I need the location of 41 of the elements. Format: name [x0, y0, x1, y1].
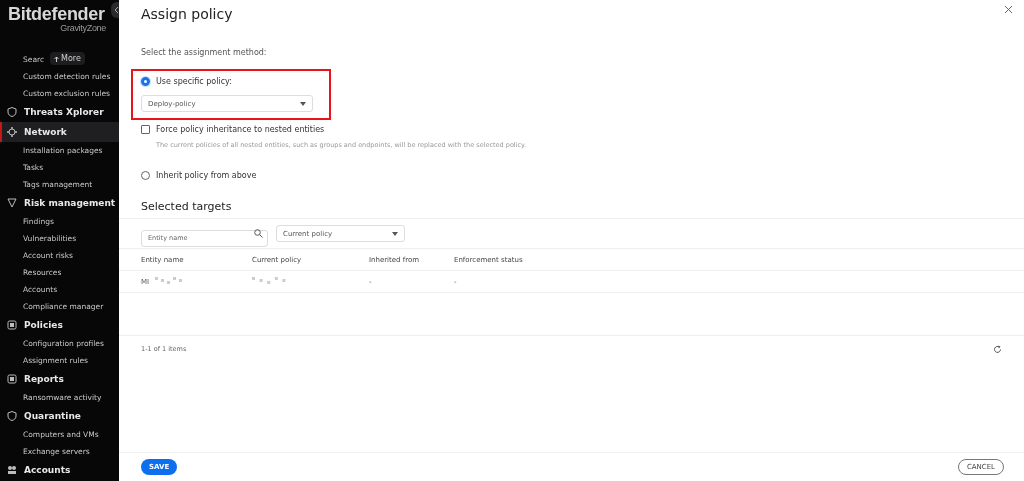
- logo: Bitdefender GravityZone: [8, 4, 108, 34]
- section-label: Network: [24, 127, 67, 137]
- sidebar-section[interactable]: Quarantine: [0, 406, 119, 426]
- arrow-up-icon: [54, 55, 59, 62]
- option-label: Use specific policy:: [156, 77, 232, 86]
- shield-icon: [7, 107, 17, 117]
- risk-icon: [7, 198, 17, 208]
- shield-icon: [7, 411, 17, 421]
- document-icon: [7, 374, 17, 384]
- checkbox[interactable]: [141, 125, 150, 134]
- sidebar-section[interactable]: Reports: [0, 369, 119, 389]
- section-label: Quarantine: [24, 411, 81, 421]
- close-button[interactable]: [1003, 4, 1014, 15]
- more-badge[interactable]: More: [50, 52, 85, 65]
- document-icon: [7, 320, 17, 330]
- section-label: Policies: [24, 320, 63, 330]
- dialog-title: Assign policy: [141, 5, 233, 23]
- refresh-icon[interactable]: [993, 344, 1002, 354]
- sidebar-section[interactable]: Threats Xplorer: [0, 102, 119, 122]
- checkbox-label: Force policy inheritance to nested entities: [156, 125, 325, 134]
- more-label: More: [61, 54, 81, 63]
- close-icon: [1005, 6, 1012, 13]
- sidebar-section[interactable]: Risk management: [0, 193, 119, 213]
- sidebar-section[interactable]: Accounts: [0, 460, 119, 480]
- radio-button[interactable]: [141, 77, 150, 86]
- section-label: Risk management: [24, 198, 116, 208]
- logo-subtitle: GravityZone: [59, 23, 107, 34]
- section-label: Threats Xplorer: [24, 107, 104, 117]
- section-label: Accounts: [24, 465, 71, 475]
- sidebar-section[interactable]: Policies: [0, 315, 119, 335]
- search-icon: [254, 229, 263, 238]
- caret-icon: [300, 101, 306, 106]
- sidebar-section[interactable]: Network: [0, 122, 119, 142]
- people-icon: [7, 465, 17, 475]
- option-label: Inherit policy from above: [156, 171, 257, 180]
- section-label: Reports: [24, 374, 64, 384]
- network-icon: [7, 127, 17, 137]
- chevron-left-icon: [115, 7, 119, 13]
- method-label: Select the assignment method:: [141, 48, 268, 57]
- section-title: Selected targets: [141, 200, 233, 213]
- caret-icon: [392, 231, 398, 236]
